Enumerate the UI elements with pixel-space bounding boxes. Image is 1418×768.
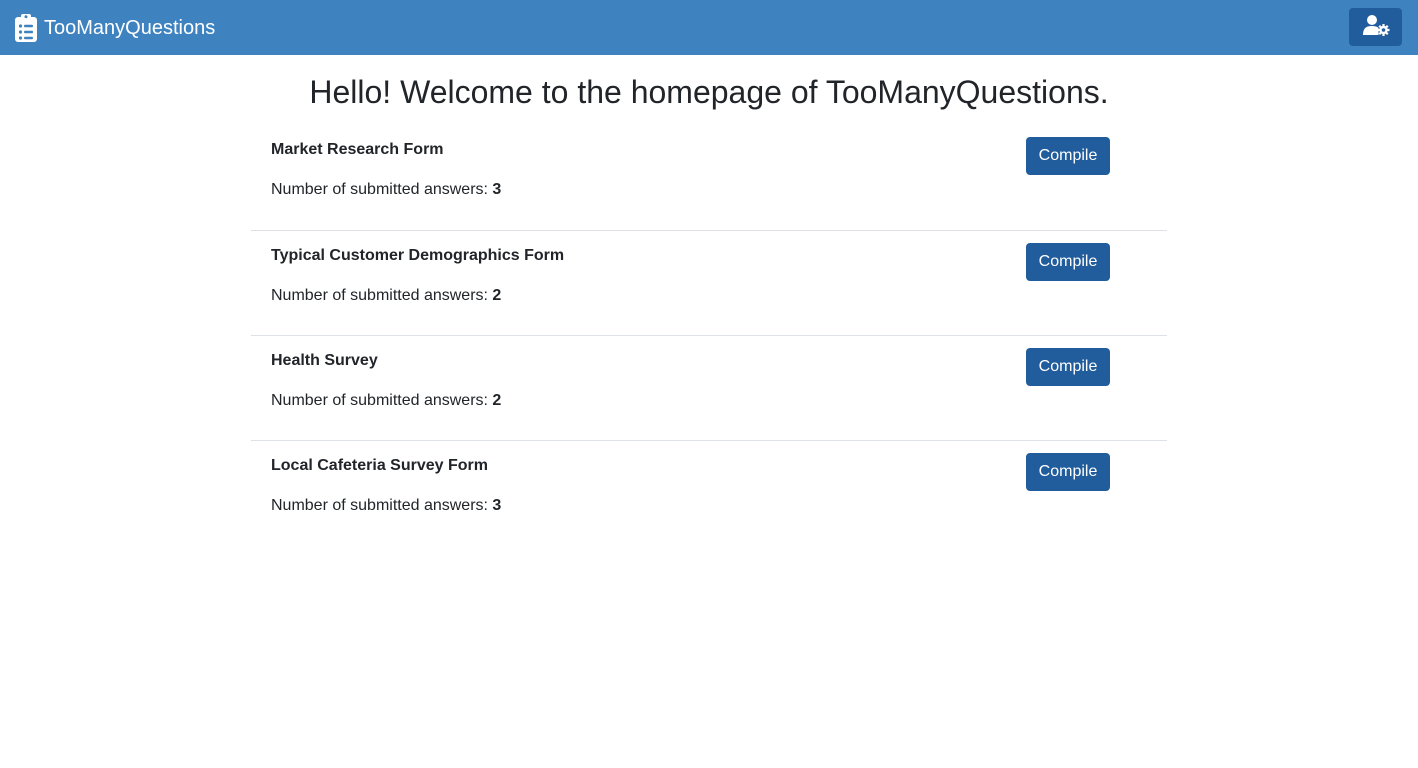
count-value: 3 [492, 497, 502, 514]
count-label: Number of submitted answers: [271, 181, 493, 198]
count-value: 2 [492, 392, 502, 409]
form-list: Market Research Form Number of submitted… [251, 125, 1167, 545]
brand-text: TooManyQuestions [44, 17, 216, 39]
user-settings-button[interactable] [1349, 8, 1402, 46]
clipboard-list-icon [14, 13, 38, 43]
form-name: Local Cafeteria Survey Form [271, 457, 488, 474]
page-title: Hello! Welcome to the homepage of TooMan… [309, 74, 1109, 110]
submitted-answers-count: Number of submitted answers: 3 [271, 180, 501, 200]
form-name: Health Survey [271, 352, 378, 369]
form-name: Typical Customer Demographics Form [271, 247, 565, 264]
list-item: Health Survey Number of submitted answer… [251, 335, 1167, 440]
navbar: TooManyQuestions [0, 0, 1418, 55]
compile-button[interactable]: Compile [1026, 137, 1110, 175]
submitted-answers-count: Number of submitted answers: 2 [271, 286, 501, 306]
brand-link[interactable]: TooManyQuestions [14, 12, 215, 44]
submitted-answers-count: Number of submitted answers: 3 [271, 496, 501, 516]
list-item: Typical Customer Demographics Form Numbe… [251, 230, 1167, 335]
submitted-answers-count: Number of submitted answers: 2 [271, 391, 501, 411]
compile-button[interactable]: Compile [1026, 453, 1110, 491]
list-item: Local Cafeteria Survey Form Number of su… [251, 440, 1167, 545]
compile-button[interactable]: Compile [1026, 348, 1110, 386]
count-value: 3 [492, 181, 502, 198]
compile-button[interactable]: Compile [1026, 243, 1110, 281]
count-label: Number of submitted answers: [271, 392, 493, 409]
user-cog-icon [1362, 14, 1390, 41]
list-item: Market Research Form Number of submitted… [251, 125, 1167, 230]
count-value: 2 [492, 287, 502, 304]
count-label: Number of submitted answers: [271, 287, 493, 304]
form-name: Market Research Form [271, 141, 444, 158]
count-label: Number of submitted answers: [271, 497, 493, 514]
